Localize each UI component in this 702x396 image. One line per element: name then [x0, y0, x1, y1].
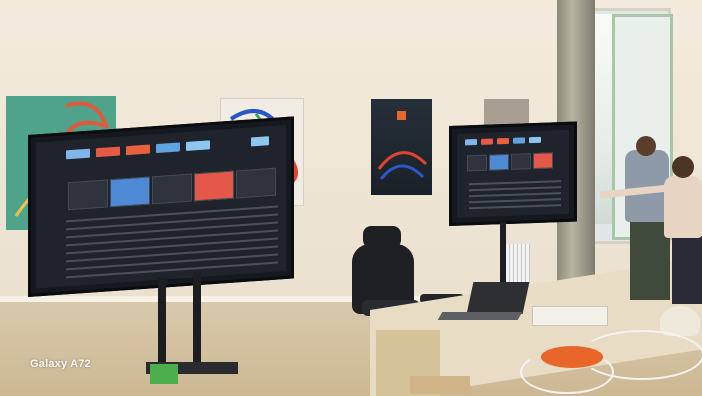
card [68, 179, 108, 211]
row [66, 245, 278, 263]
row [66, 261, 278, 279]
cable [520, 350, 614, 394]
tv-stand-pole [193, 272, 201, 370]
row [66, 237, 278, 255]
card [511, 153, 531, 170]
row [66, 229, 278, 247]
row [469, 204, 561, 210]
tile [497, 137, 509, 145]
tile [186, 140, 210, 151]
tile [96, 146, 120, 158]
laptop-base [437, 312, 523, 320]
tile [156, 142, 180, 154]
card [236, 167, 276, 199]
card [489, 153, 509, 171]
network-switch [506, 244, 530, 282]
tile [529, 136, 541, 144]
office-photo: Galaxy A72 [0, 0, 702, 396]
row [469, 198, 561, 204]
green-box [150, 364, 178, 384]
tv-right-display [457, 129, 569, 218]
tile [251, 136, 269, 147]
card [194, 170, 234, 202]
row [66, 221, 278, 239]
row [66, 253, 278, 271]
desk-box [532, 306, 608, 326]
tv-stand-pole [158, 278, 166, 370]
poster-dark [371, 99, 432, 195]
person-man-head [636, 136, 656, 156]
tile [481, 138, 493, 145]
laptop-icon [466, 282, 530, 314]
poster-dark-art [377, 111, 428, 180]
tile [126, 144, 150, 156]
row [469, 192, 561, 198]
row [469, 180, 561, 186]
tv-screen-left [28, 116, 294, 297]
row [66, 213, 278, 231]
card [533, 152, 553, 170]
paper-folder [410, 376, 470, 394]
person-woman-legs [672, 236, 702, 304]
card [152, 173, 192, 205]
card [110, 176, 150, 208]
row [469, 186, 561, 192]
tv-left-display [36, 124, 286, 289]
tile [66, 148, 90, 160]
tile [465, 139, 477, 146]
camera-watermark: Galaxy A72 [30, 358, 91, 370]
tile [513, 137, 525, 144]
person-woman [664, 176, 702, 238]
card [467, 154, 487, 172]
person-woman-head [672, 156, 694, 178]
tv-screen-right [449, 121, 577, 226]
